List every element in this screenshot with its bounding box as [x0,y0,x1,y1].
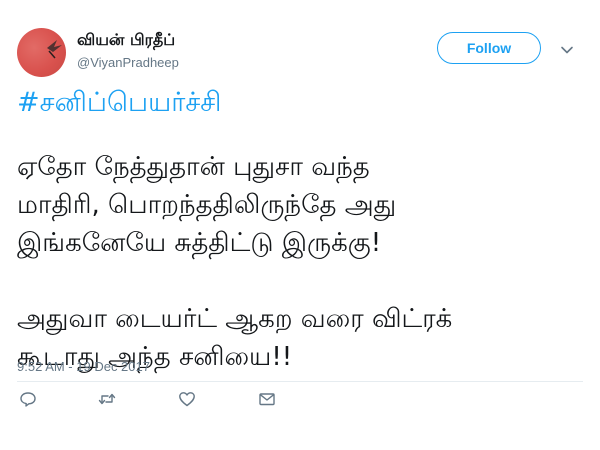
retweet-icon[interactable] [98,390,116,408]
like-icon[interactable] [178,390,196,408]
follow-button[interactable]: Follow [437,32,541,64]
chevron-down-icon[interactable] [560,42,574,56]
tweet-timestamp[interactable]: 9:52 AM - 19 Dec 2017 [17,359,150,374]
tweet-line: ஏதோ நேத்துதான் புதுசா வந்த [17,152,370,182]
user-handle[interactable]: @ViyanPradheep [77,55,179,70]
tweet-line: அதுவா டையர்ட் ஆகற வரை விட்ரக் [17,304,453,334]
display-name[interactable]: வியன் பிரதீப் [77,30,175,51]
tweet-line: மாதிரி, பொறந்ததிலிருந்தே அது [17,190,397,220]
avatar-bird-image [47,40,62,59]
tweet-text: ஏதோ நேத்துதான் புதுசா வந்த மாதிரி, பொறந்… [17,148,587,376]
direct-message-icon[interactable] [258,390,276,408]
avatar[interactable] [17,28,66,77]
reply-icon[interactable] [19,390,37,408]
divider [17,381,583,382]
tweet-line: இங்கனேயே சுத்திட்டு இருக்கு! [17,228,382,258]
tweet-card: வியன் பிரதீப் @ViyanPradheep Follow #சனி… [0,0,600,450]
hashtag-link[interactable]: #சனிப்பெயர்ச்சி [17,87,221,122]
